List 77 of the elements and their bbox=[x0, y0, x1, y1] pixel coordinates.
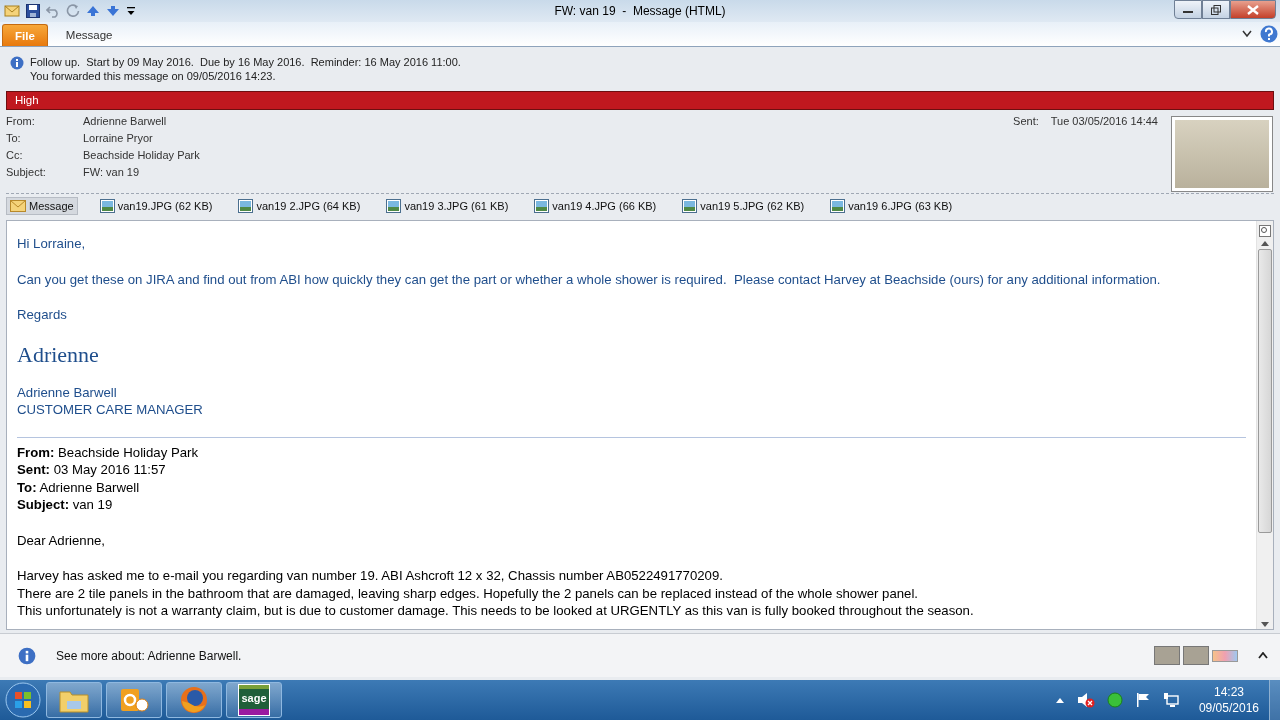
scroll-up-icon[interactable] bbox=[1260, 239, 1270, 247]
clock-time[interactable]: 14:23 bbox=[1213, 684, 1244, 700]
attachment-item[interactable]: van19 6.JPG (63 KB) bbox=[826, 196, 957, 216]
restore-icon bbox=[1211, 4, 1221, 15]
scroll-down-icon[interactable] bbox=[1260, 621, 1270, 629]
forwarded-header-line: To: Adrienne Barwell bbox=[17, 478, 141, 496]
greeting-text: Hi Lorraine, bbox=[17, 235, 87, 253]
info-icon bbox=[18, 646, 36, 665]
logo-thumbnail[interactable] bbox=[1212, 649, 1238, 662]
field-label: Cc: bbox=[6, 148, 24, 162]
down-arrow-icon[interactable] bbox=[106, 5, 120, 17]
flag-icon[interactable] bbox=[1134, 692, 1151, 708]
muted-speaker-icon[interactable] bbox=[1076, 692, 1095, 708]
attachment-item[interactable]: van19 4.JPG (66 KB) bbox=[530, 196, 661, 216]
image-file-icon bbox=[386, 199, 402, 213]
closing-text: Regards bbox=[17, 306, 68, 324]
image-file-icon bbox=[830, 199, 846, 213]
attachment-item[interactable]: van19 2.JPG (64 KB) bbox=[234, 196, 365, 216]
people-pane-text: See more about: Adrienne Barwell. bbox=[56, 648, 242, 663]
image-file-icon bbox=[238, 199, 254, 213]
message-tab[interactable]: Message bbox=[6, 197, 78, 215]
image-file-icon bbox=[99, 199, 115, 213]
start-button[interactable] bbox=[4, 681, 42, 719]
signature-name: Adrienne bbox=[17, 341, 100, 368]
zoom-page-icon[interactable] bbox=[1259, 225, 1271, 237]
field-label: Subject: bbox=[6, 165, 47, 179]
network-icon[interactable] bbox=[1162, 692, 1179, 708]
message-paragraph: Can you get these on JIRA and find out from ABI how quickly they can get the part or whether a whole shower is required. Please contact Harvey at Beachside (ours) for any additional information. bbox=[17, 270, 1162, 288]
field-value: Lorraine Pryor bbox=[83, 131, 154, 145]
restore-button[interactable] bbox=[1202, 0, 1230, 19]
envelope-icon bbox=[10, 200, 26, 212]
globe-fox-icon bbox=[179, 685, 209, 715]
field-value: Tue 03/05/2016 14:44 bbox=[1050, 114, 1158, 129]
sage-button[interactable]: sage bbox=[226, 682, 282, 718]
info-text: Follow up. Start by 09 May 2016. Due by 16 May 2016. Reminder: 16 May 2016 11:00. bbox=[30, 55, 461, 69]
message-text: This unfortunately is not a warranty claim, but is due to customer damage. This needs to be looked at URGENTLY as this van is fully booked throughout the season. bbox=[17, 602, 975, 620]
close-icon bbox=[1247, 4, 1259, 15]
scrollbar[interactable] bbox=[1256, 221, 1273, 629]
field-value: FW: van 19 bbox=[83, 165, 141, 179]
outlook-icon bbox=[119, 686, 149, 714]
info-text: You forwarded this message on 09/05/2016 14:23. bbox=[30, 69, 277, 83]
expand-caret-icon[interactable] bbox=[1258, 652, 1268, 659]
attachment-item[interactable]: van19.JPG (62 KB) bbox=[95, 196, 217, 216]
field-label: To: bbox=[6, 131, 22, 145]
window-title: FW: van 19 - Message (HTML) bbox=[554, 4, 726, 18]
forwarded-header-line: Subject: van 19 bbox=[17, 496, 114, 514]
save-icon[interactable] bbox=[26, 4, 40, 18]
outlook-button[interactable] bbox=[106, 682, 162, 718]
message-text: There are 2 tile panels in the bathroom that are damaged, leaving sharp edges. Hopefully the 2 panels can be replaced instead of the whole shower panel. bbox=[17, 584, 919, 602]
forwarded-header-line: Sent: 03 May 2016 11:57 bbox=[17, 461, 167, 479]
file-explorer-button[interactable] bbox=[46, 682, 102, 718]
greeting-text: Dear Adrienne, bbox=[17, 531, 106, 549]
sender-name: Adrienne Barwell bbox=[17, 383, 118, 401]
ribbon-tab[interactable]: Message bbox=[51, 24, 127, 46]
sender-title: CUSTOMER CARE MANAGER bbox=[17, 401, 204, 419]
help-icon[interactable] bbox=[1260, 25, 1278, 43]
info-icon bbox=[10, 56, 24, 70]
tray-caret-icon[interactable] bbox=[1054, 696, 1065, 704]
field-label: Sent: bbox=[1013, 114, 1039, 129]
close-button[interactable] bbox=[1230, 0, 1276, 19]
up-arrow-icon[interactable] bbox=[86, 5, 100, 17]
message-text: Harvey has asked me to e-mail you regarding van number 19. ABI Ashcroft 12 x 32, Chassis number AB0522491770209. bbox=[17, 567, 724, 585]
forwarded-header-line: From: Beachside Holiday Park bbox=[17, 443, 200, 461]
status-dot-icon[interactable] bbox=[1106, 692, 1123, 708]
expand-ribbon-icon[interactable] bbox=[1242, 30, 1252, 38]
clock-date[interactable]: 09/05/2016 bbox=[1198, 700, 1259, 716]
importance-banner: High bbox=[6, 91, 1274, 110]
minimize-button[interactable] bbox=[1174, 0, 1202, 19]
image-file-icon bbox=[682, 199, 698, 213]
attachment-item[interactable]: van19 3.JPG (61 KB) bbox=[382, 196, 513, 216]
firefox-button[interactable] bbox=[166, 682, 222, 718]
field-label: From: bbox=[6, 114, 36, 128]
field-value: Adrienne Barwell bbox=[83, 114, 168, 128]
field-value: Beachside Holiday Park bbox=[83, 148, 200, 162]
attachment-item[interactable]: van19 5.JPG (62 KB) bbox=[678, 196, 809, 216]
image-file-icon bbox=[534, 199, 550, 213]
customize-caret-icon[interactable] bbox=[126, 5, 136, 17]
